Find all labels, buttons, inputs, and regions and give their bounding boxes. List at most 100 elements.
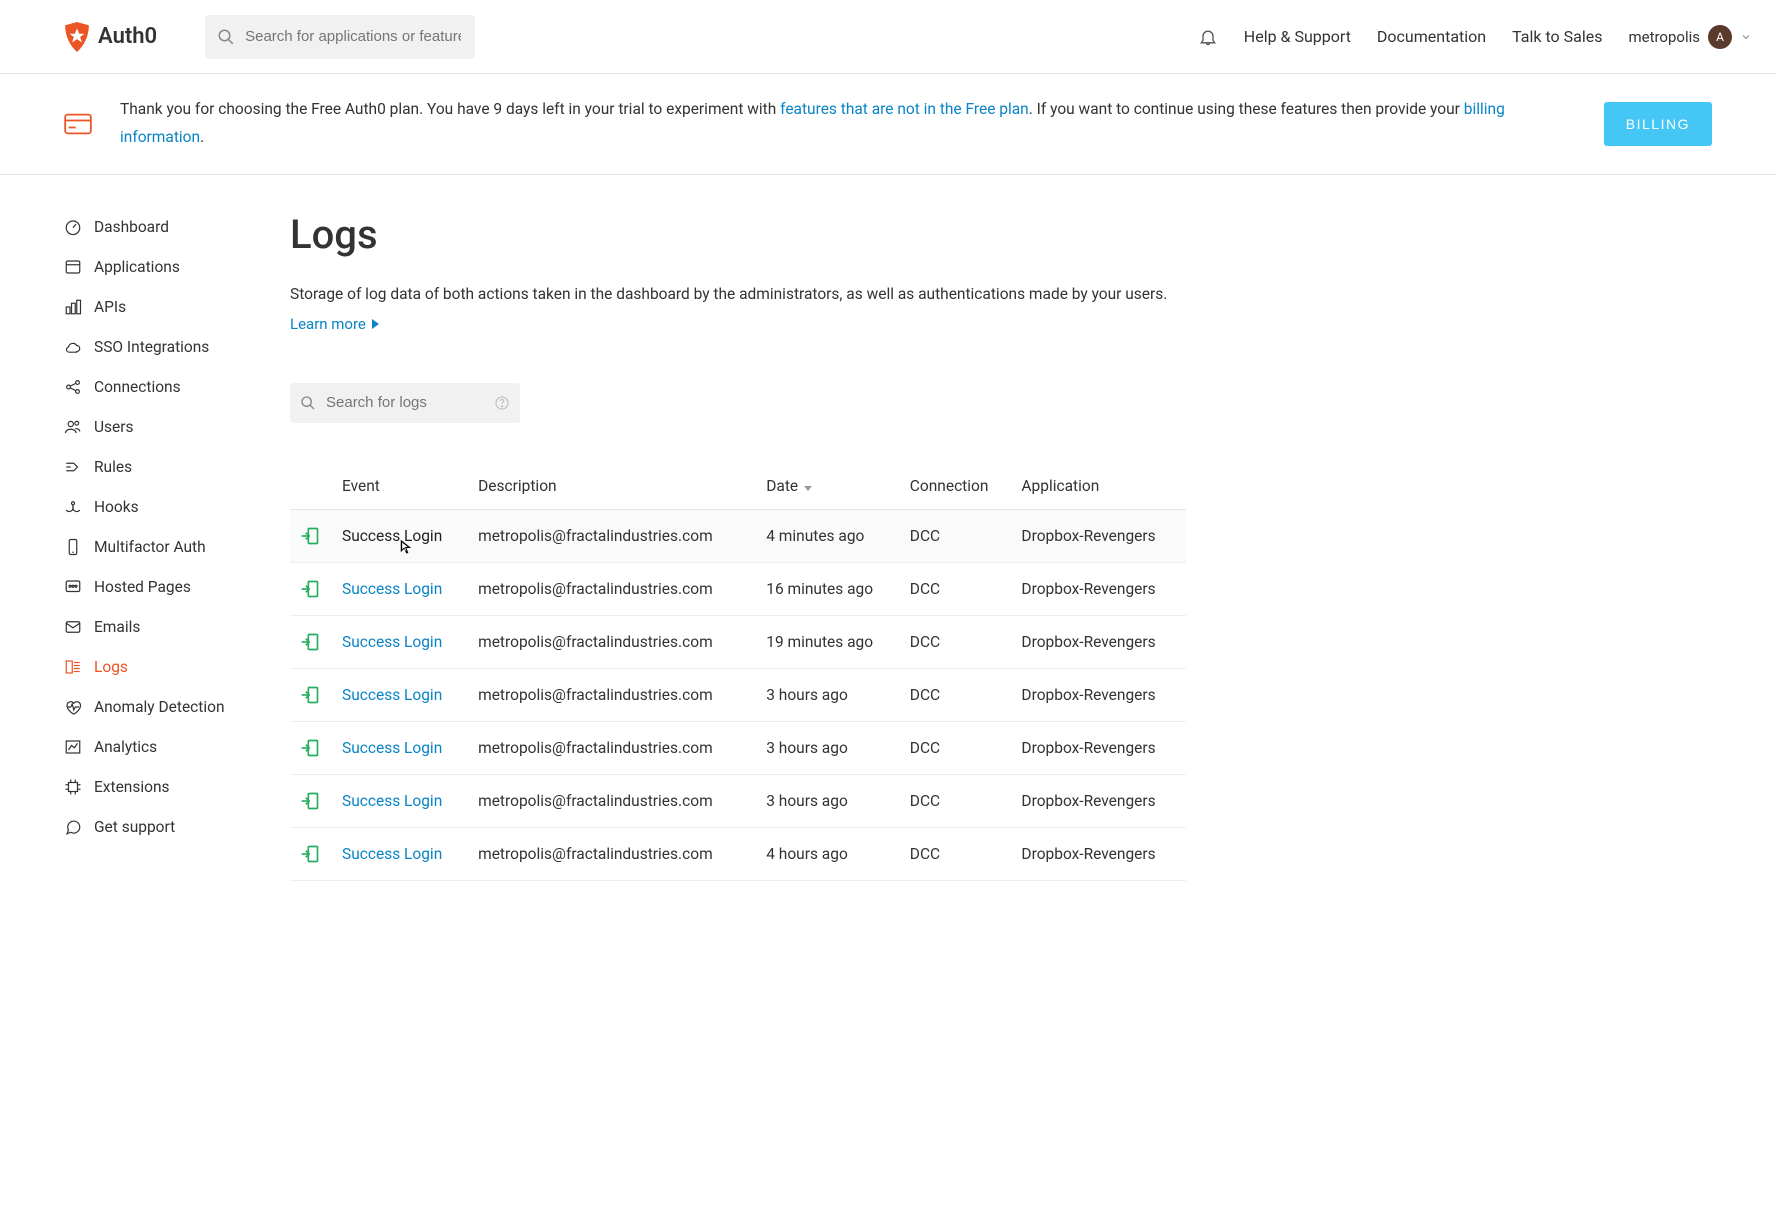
row-date-cell: 4 hours ago [756,827,900,880]
notifications-icon[interactable] [1198,27,1218,47]
table-row[interactable]: Success Login metropolis@fractalindustrie… [290,721,1186,774]
sidebar-item-rules[interactable]: Rules [64,447,290,487]
row-description-cell: metropolis@fractalindustries.com [468,615,756,668]
sidebar-item-applications[interactable]: Applications [64,247,290,287]
row-status-cell [290,668,332,721]
sidebar-item-label: SSO Integrations [94,338,209,356]
mail-icon [64,618,82,636]
event-link[interactable]: Success Login [342,580,442,598]
help-icon[interactable] [494,395,510,411]
sidebar-item-analytics[interactable]: Analytics [64,727,290,767]
table-row[interactable]: Success Loginmetropolis@fractalindustrie… [290,509,1186,562]
sidebar: Dashboard Applications APIs SSO Integrat… [0,175,290,921]
sidebar-item-label: Multifactor Auth [94,538,206,556]
table-row[interactable]: Success Login metropolis@fractalindustrie… [290,774,1186,827]
hook-icon [64,498,82,516]
chat-icon [64,818,82,836]
logs-icon [64,658,82,676]
flow-icon [64,458,82,476]
row-description-cell: metropolis@fractalindustries.com [468,668,756,721]
log-search-input[interactable] [290,383,520,423]
sidebar-item-hosted-pages[interactable]: Hosted Pages [64,567,290,607]
login-success-icon [300,738,322,758]
sidebar-item-multifactor-auth[interactable]: Multifactor Auth [64,527,290,567]
col-header-date[interactable]: Date [756,463,900,510]
triangle-right-icon [372,319,379,329]
heart-pulse-icon [64,698,82,716]
row-date-cell: 19 minutes ago [756,615,900,668]
row-description-cell: metropolis@fractalindustries.com [468,774,756,827]
table-row[interactable]: Success Loginmetropolis@fractalindustrie… [290,827,1186,880]
sidebar-item-anomaly-detection[interactable]: Anomaly Detection [64,687,290,727]
phone-icon [64,538,82,556]
event-link[interactable]: Success Login [342,633,442,651]
sidebar-item-label: Hosted Pages [94,578,191,596]
cloud-icon [64,338,82,356]
col-header-icon [290,463,332,510]
sidebar-item-emails[interactable]: Emails [64,607,290,647]
row-application-cell: Dropbox-Revengers [1011,827,1186,880]
pages-icon [64,578,82,596]
link-features-not-in-free-plan[interactable]: features that are not in the Free plan [780,100,1029,118]
sidebar-item-sso-integrations[interactable]: SSO Integrations [64,327,290,367]
row-event-cell: Success Login [332,827,468,880]
event-link[interactable]: Success Login [342,792,442,810]
tenant-switcher[interactable]: metropolis A [1628,25,1752,49]
sidebar-item-apis[interactable]: APIs [64,287,290,327]
event-link[interactable]: Success Login [342,845,442,863]
gauge-icon [64,218,82,236]
search-icon [217,28,235,46]
event-link[interactable]: Success Login [342,686,442,704]
trial-banner-text: Thank you for choosing the Free Auth0 pl… [120,96,1576,152]
row-event-cell: Success Login [332,562,468,615]
sidebar-item-label: Get support [94,818,175,836]
row-connection-cell: DCC [900,721,1012,774]
row-application-cell: Dropbox-Revengers [1011,615,1186,668]
sidebar-item-label: Hooks [94,498,139,516]
billing-button[interactable]: BILLING [1604,102,1712,146]
sidebar-item-extensions[interactable]: Extensions [64,767,290,807]
row-connection-cell: DCC [900,827,1012,880]
event-link[interactable]: Success Login [342,527,442,545]
share-icon [64,378,82,396]
logo[interactable]: Auth0 [64,22,157,52]
row-application-cell: Dropbox-Revengers [1011,668,1186,721]
sidebar-item-get-support[interactable]: Get support [64,807,290,847]
nav-talk-to-sales[interactable]: Talk to Sales [1512,27,1602,46]
global-search-input[interactable] [205,15,475,59]
table-row[interactable]: Success Login metropolis@fractalindustrie… [290,668,1186,721]
learn-more-link[interactable]: Learn more [290,315,379,333]
row-event-cell: Success Login [332,509,468,562]
row-status-cell [290,827,332,880]
sidebar-item-dashboard[interactable]: Dashboard [64,207,290,247]
row-status-cell [290,774,332,827]
row-status-cell [290,615,332,668]
topbar: Auth0 Help & Support Documentation Talk … [0,0,1776,74]
row-description-cell: metropolis@fractalindustries.com [468,562,756,615]
row-status-cell [290,509,332,562]
event-link[interactable]: Success Login [342,739,442,757]
col-header-connection[interactable]: Connection [900,463,1012,510]
row-application-cell: Dropbox-Revengers [1011,562,1186,615]
row-date-cell: 3 hours ago [756,721,900,774]
sidebar-item-hooks[interactable]: Hooks [64,487,290,527]
sidebar-item-logs[interactable]: Logs [64,647,290,687]
sidebar-item-label: Rules [94,458,132,476]
row-date-cell: 3 hours ago [756,668,900,721]
sidebar-item-users[interactable]: Users [64,407,290,447]
row-description-cell: metropolis@fractalindustries.com [468,721,756,774]
window-icon [64,258,82,276]
col-header-description[interactable]: Description [468,463,756,510]
chart-icon [64,738,82,756]
table-row[interactable]: Success Login metropolis@fractalindustrie… [290,615,1186,668]
nav-help-support[interactable]: Help & Support [1244,27,1351,46]
sidebar-item-connections[interactable]: Connections [64,367,290,407]
main-content: Logs Storage of log data of both actions… [290,175,1250,921]
col-header-event[interactable]: Event [332,463,468,510]
page-description: Storage of log data of both actions take… [290,282,1186,307]
nav-documentation[interactable]: Documentation [1377,27,1486,46]
table-row[interactable]: Success Login metropolis@fractalindustrie… [290,562,1186,615]
trial-banner: Thank you for choosing the Free Auth0 pl… [0,74,1776,175]
col-header-application[interactable]: Application [1011,463,1186,510]
sidebar-item-label: Anomaly Detection [94,698,225,716]
